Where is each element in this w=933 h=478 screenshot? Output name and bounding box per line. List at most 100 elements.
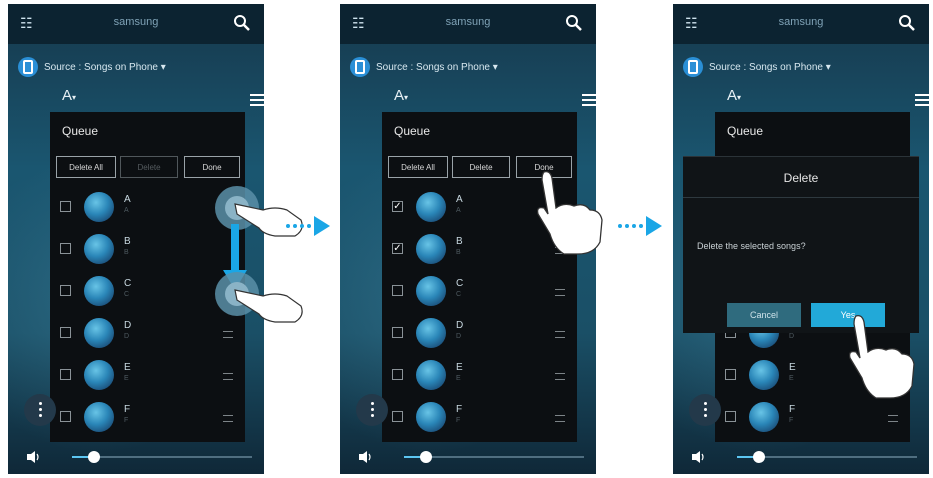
song-artist: D [789, 333, 795, 340]
song-checkbox[interactable] [725, 411, 736, 422]
menu-icon[interactable] [582, 94, 596, 108]
song-checkbox[interactable] [725, 369, 736, 380]
app-title: samsung [445, 16, 491, 28]
song-checkbox[interactable] [60, 327, 71, 338]
next-step-arrow-icon [618, 216, 662, 236]
song-row[interactable]: CC [382, 270, 577, 312]
song-checkbox[interactable] [60, 411, 71, 422]
album-art [416, 234, 446, 264]
drag-handle-icon[interactable] [223, 415, 233, 422]
search-icon[interactable] [897, 13, 917, 33]
song-artist: C [456, 291, 462, 298]
song-checkbox[interactable] [392, 327, 403, 338]
album-art [84, 234, 114, 264]
drag-handle-icon[interactable] [223, 373, 233, 380]
queue-title: Queue [727, 124, 764, 138]
source-label: Source : Songs on Phone ▾ [709, 61, 831, 73]
song-row[interactable]: DD [382, 312, 577, 354]
top-bar: ☷ samsung [673, 4, 929, 44]
drag-gesture-illustration [215, 186, 303, 323]
tap-gesture-hand-icon [536, 170, 603, 255]
dialog-divider [683, 197, 919, 198]
drag-handle-icon[interactable] [555, 331, 565, 338]
album-art [416, 402, 446, 432]
more-options-icon[interactable] [689, 394, 721, 426]
app-title: samsung [113, 16, 159, 28]
more-options-icon[interactable] [356, 394, 388, 426]
delete-all-button[interactable]: Delete All [388, 156, 448, 178]
delete-button[interactable]: Delete [120, 156, 178, 178]
song-row[interactable]: EE [382, 354, 577, 396]
phone-screen-step-3: ☷ samsung Source : Songs on Phone ▾ A▾ Q… [673, 4, 929, 474]
search-icon[interactable] [232, 13, 252, 33]
song-title: C [124, 278, 132, 289]
song-artist: E [789, 375, 794, 382]
song-title: A [124, 194, 131, 205]
more-options-icon[interactable] [24, 394, 56, 426]
album-art [416, 192, 446, 222]
song-checkbox[interactable] [60, 243, 71, 254]
song-artist: A [124, 207, 129, 214]
song-artist: B [456, 249, 461, 256]
volume-knob[interactable] [420, 451, 432, 463]
cancel-button[interactable]: Cancel [727, 303, 801, 327]
source-selector[interactable]: Source : Songs on Phone ▾ [350, 56, 498, 78]
source-label: Source : Songs on Phone ▾ [376, 61, 498, 73]
font-size-toggle[interactable]: A▾ [727, 87, 741, 104]
source-selector[interactable]: Source : Songs on Phone ▾ [18, 56, 166, 78]
phone-source-icon [18, 57, 38, 77]
song-row[interactable]: EE [50, 354, 245, 396]
drag-handle-icon[interactable] [888, 415, 898, 422]
album-art [84, 192, 114, 222]
song-row[interactable]: FF [50, 396, 245, 438]
song-artist: F [456, 417, 461, 424]
song-checkbox[interactable] [392, 285, 403, 296]
search-icon[interactable] [564, 13, 584, 33]
song-artist: F [124, 417, 129, 424]
song-artist: E [124, 375, 129, 382]
song-checkbox[interactable]: ✓ [392, 201, 403, 212]
done-button[interactable]: Done [184, 156, 240, 178]
volume-knob[interactable] [753, 451, 765, 463]
song-title: D [124, 320, 132, 331]
drag-handle-icon[interactable] [555, 373, 565, 380]
album-art [416, 360, 446, 390]
song-checkbox[interactable] [60, 285, 71, 296]
song-checkbox[interactable] [60, 201, 71, 212]
album-art [84, 402, 114, 432]
drag-handle-icon[interactable] [555, 415, 565, 422]
delete-button[interactable]: Delete [452, 156, 510, 178]
volume-icon[interactable] [26, 450, 42, 464]
song-artist: E [456, 375, 461, 382]
drag-handle-icon[interactable] [555, 289, 565, 296]
song-title: D [456, 320, 464, 331]
album-art [749, 402, 779, 432]
volume-icon[interactable] [691, 450, 707, 464]
menu-icon[interactable] [250, 94, 264, 108]
song-checkbox[interactable] [392, 369, 403, 380]
song-artist: A [456, 207, 461, 214]
menu-icon[interactable] [915, 94, 929, 108]
song-checkbox[interactable] [60, 369, 71, 380]
queue-panel: Queue Delete All Delete Done ✓ A A ✓ B B CC … [382, 112, 577, 442]
song-row[interactable]: FF [382, 396, 577, 438]
song-row[interactable]: FF [715, 396, 910, 438]
font-size-toggle[interactable]: A▾ [62, 87, 76, 104]
song-checkbox[interactable]: ✓ [392, 243, 403, 254]
queue-title: Queue [62, 124, 99, 138]
song-title: F [456, 404, 463, 415]
font-size-toggle[interactable]: A▾ [394, 87, 408, 104]
song-title: F [789, 404, 796, 415]
song-title: E [456, 362, 463, 373]
volume-icon[interactable] [358, 450, 374, 464]
source-label: Source : Songs on Phone ▾ [44, 61, 166, 73]
song-checkbox[interactable] [392, 411, 403, 422]
tap-gesture-hand-icon [848, 314, 915, 399]
queue-title: Queue [394, 124, 431, 138]
volume-knob[interactable] [88, 451, 100, 463]
source-selector[interactable]: Source : Songs on Phone ▾ [683, 56, 831, 78]
phone-source-icon [350, 57, 370, 77]
song-title: C [456, 278, 464, 289]
delete-all-button[interactable]: Delete All [56, 156, 116, 178]
song-artist: B [124, 249, 129, 256]
